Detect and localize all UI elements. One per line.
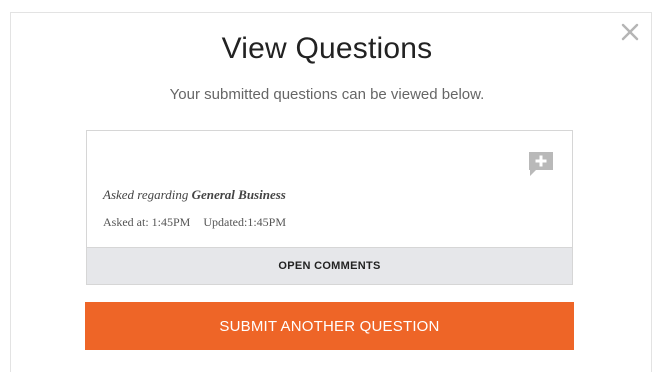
add-comment-button[interactable] <box>526 149 556 179</box>
question-topic: General Business <box>191 187 286 202</box>
asked-at-time: Asked at: 1:45PM <box>103 215 191 229</box>
asked-regarding-prefix: Asked regarding <box>103 187 189 202</box>
view-questions-page: View Questions Your submitted questions … <box>0 0 654 372</box>
open-comments-button[interactable]: OPEN COMMENTS <box>87 247 572 284</box>
add-comment-icon <box>529 152 553 176</box>
question-card: Asked regarding General Business Asked a… <box>86 130 573 285</box>
asked-regarding: Asked regarding General Business <box>103 187 286 203</box>
modal-subtitle: Your submitted questions can be viewed b… <box>169 86 485 103</box>
modal-title: View Questions <box>221 32 433 65</box>
submit-another-question-button[interactable]: SUBMIT ANOTHER QUESTION <box>85 302 574 350</box>
updated-time: Updated:1:45PM <box>203 215 287 229</box>
question-timestamps: Asked at: 1:45PM Updated:1:45PM <box>103 215 286 230</box>
